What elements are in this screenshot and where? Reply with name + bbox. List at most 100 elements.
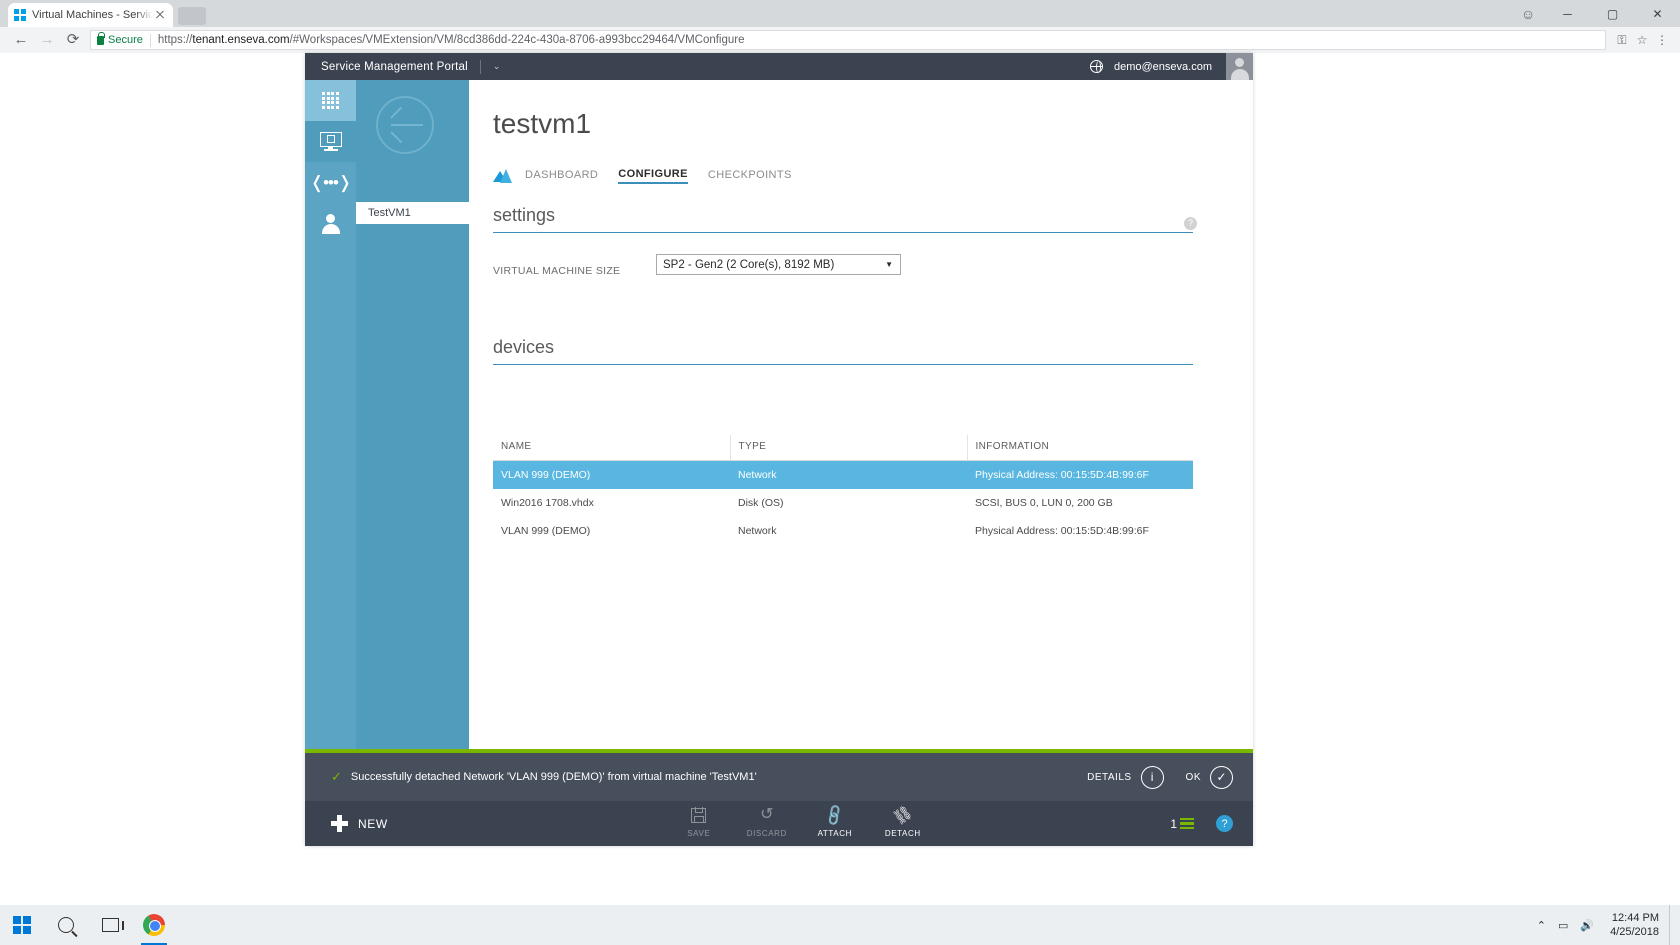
details-label[interactable]: DETAILS xyxy=(1087,772,1131,783)
detach-button-label: DETACH xyxy=(884,829,921,838)
notification-list-icon[interactable] xyxy=(1180,817,1194,830)
table-row[interactable]: VLAN 999 (DEMO) Network Physical Address… xyxy=(493,517,1193,545)
tab-checkpoints[interactable]: CHECKPOINTS xyxy=(708,169,792,183)
settings-heading: settings xyxy=(493,205,556,225)
tray-expand-icon[interactable]: ⌃ xyxy=(1531,919,1552,932)
tab-configure[interactable]: CONFIGURE xyxy=(618,168,688,184)
task-view-button[interactable] xyxy=(88,905,132,945)
notification-bar: ✓ Successfully detached Network 'VLAN 99… xyxy=(305,753,1253,801)
column-header-type[interactable]: TYPE xyxy=(729,435,967,461)
taskbar-clock[interactable]: 12:44 PM 4/25/2018 xyxy=(1600,911,1669,939)
portal-brand: Service Management Portal xyxy=(321,60,468,73)
network-tray-icon[interactable]: ▭ xyxy=(1552,919,1574,932)
discard-button-label: DISCARD xyxy=(746,829,787,838)
save-icon xyxy=(691,805,707,825)
plus-icon xyxy=(331,815,348,832)
chevron-down-icon: ▼ xyxy=(885,260,893,269)
chevron-down-icon[interactable]: ⌄ xyxy=(493,61,501,72)
info-icon[interactable]: i xyxy=(1140,765,1164,789)
cell-type: Network xyxy=(738,525,777,537)
taskbar-chrome-button[interactable] xyxy=(132,905,176,945)
devices-table: NAME TYPE INFORMATION VLAN 999 (DEMO) Ne… xyxy=(493,435,1193,545)
sidebar-item-virtual-machines[interactable] xyxy=(305,121,356,162)
table-row[interactable]: VLAN 999 (DEMO) Network Physical Address… xyxy=(493,460,1193,489)
vm-glyph-icon xyxy=(493,169,512,183)
bookmark-star-icon[interactable]: ☆ xyxy=(1632,33,1652,47)
service-management-portal: Service Management Portal ⌄ demo@enseva.… xyxy=(305,53,1253,846)
url-path: /#Workspaces/VMExtension/VM/8cd386dd-224… xyxy=(289,34,745,46)
vm-size-label: VIRTUAL MACHINE SIZE xyxy=(493,265,621,277)
search-icon xyxy=(58,917,74,933)
address-bar-url: https://tenant.enseva.com/#Workspaces/VM… xyxy=(158,34,745,46)
portal-header: Service Management Portal ⌄ demo@enseva.… xyxy=(305,53,1253,80)
nav-entry-testvm1[interactable]: TestVM1 xyxy=(356,202,469,224)
windows-logo-icon xyxy=(14,9,26,21)
help-icon[interactable]: ? xyxy=(1216,815,1233,832)
devices-divider xyxy=(493,364,1193,365)
profile-icon[interactable]: ☺ xyxy=(1511,0,1545,27)
back-button[interactable]: ← xyxy=(8,29,34,51)
column-header-information[interactable]: INFORMATION xyxy=(966,435,1193,461)
devices-heading: devices xyxy=(493,337,555,357)
new-button[interactable]: NEW xyxy=(305,815,388,832)
volume-tray-icon[interactable]: 🔊 xyxy=(1574,919,1600,932)
maximize-button[interactable]: ▢ xyxy=(1590,0,1635,27)
new-button-label: NEW xyxy=(358,816,388,831)
attach-button[interactable]: 🔗 ATTACH xyxy=(801,801,869,838)
portal-header-right: demo@enseva.com xyxy=(1090,53,1253,80)
omnibox-divider xyxy=(149,33,151,47)
vm-size-select[interactable]: SP2 - Gen2 (2 Core(s), 8192 MB) ▼ xyxy=(656,254,901,275)
ok-label[interactable]: OK xyxy=(1186,772,1201,783)
cell-name: Win2016 1708.vhdx xyxy=(501,497,594,509)
nav-column: TestVM1 xyxy=(356,80,469,806)
address-bar[interactable]: Secure https://tenant.enseva.com/#Worksp… xyxy=(90,30,1606,50)
cell-type: Network xyxy=(730,460,967,489)
close-icon[interactable] xyxy=(153,8,167,22)
new-tab-button[interactable] xyxy=(178,7,206,25)
notification-actions: DETAILS i OK ✓ xyxy=(1087,765,1253,789)
discard-button[interactable]: ↺ DISCARD xyxy=(733,801,801,839)
forward-button[interactable]: → xyxy=(34,29,60,51)
cell-information: Physical Address: 00:15:5D:4B:99:6F xyxy=(967,460,1193,489)
show-desktop-button[interactable] xyxy=(1669,905,1676,945)
user-icon xyxy=(321,214,340,234)
settings-divider xyxy=(493,232,1193,233)
key-icon[interactable]: ⚿ xyxy=(1612,33,1632,48)
network-icon: ❬•••❭ xyxy=(309,173,352,192)
command-bar-right: 1 ? xyxy=(1170,815,1253,832)
detach-button[interactable]: ⛓ DETACH xyxy=(869,801,937,838)
window-controls: ☺ ─ ▢ ✕ xyxy=(1511,0,1680,27)
sidebar-item-networks[interactable]: ❬•••❭ xyxy=(305,162,356,203)
globe-icon[interactable] xyxy=(1090,60,1104,74)
sidebar-item-all-items[interactable] xyxy=(305,80,356,121)
back-navigation-button[interactable] xyxy=(376,96,434,154)
cell-type: Disk (OS) xyxy=(738,497,784,509)
column-header-name[interactable]: NAME xyxy=(493,435,730,461)
url-scheme: https:// xyxy=(157,34,193,46)
attach-button-label: ATTACH xyxy=(817,829,852,838)
minimize-button[interactable]: ─ xyxy=(1545,0,1590,27)
vm-monitor-icon xyxy=(319,132,342,151)
back-arrow-icon xyxy=(391,124,423,127)
icon-rail: ❬•••❭ xyxy=(305,80,356,806)
command-button-group: SAVE ↺ DISCARD 🔗 ATTACH ⛓ DETACH xyxy=(665,801,937,846)
start-button[interactable] xyxy=(0,905,44,945)
browser-tab[interactable]: Virtual Machines - Servic xyxy=(8,3,173,27)
taskbar-search-button[interactable] xyxy=(44,905,88,945)
chrome-icon xyxy=(143,914,165,936)
table-row[interactable]: Win2016 1708.vhdx Disk (OS) SCSI, BUS 0,… xyxy=(493,489,1193,517)
browser-menu-icon[interactable]: ⋮ xyxy=(1652,33,1672,47)
browser-toolbar: ← → ⟳ Secure https://tenant.enseva.com/#… xyxy=(0,27,1680,53)
save-button[interactable]: SAVE xyxy=(665,801,733,838)
task-view-icon xyxy=(101,918,124,932)
close-button[interactable]: ✕ xyxy=(1635,0,1680,27)
avatar[interactable] xyxy=(1226,53,1253,80)
settings-help-icon[interactable]: ? xyxy=(1184,217,1197,230)
discard-icon: ↺ xyxy=(760,806,774,823)
reload-button[interactable]: ⟳ xyxy=(60,29,86,51)
sidebar-item-user-accounts[interactable] xyxy=(305,203,356,244)
check-circle-icon[interactable]: ✓ xyxy=(1210,765,1233,789)
grid-icon xyxy=(321,91,340,110)
check-icon: ✓ xyxy=(331,769,342,784)
tab-dashboard[interactable]: DASHBOARD xyxy=(525,169,598,183)
